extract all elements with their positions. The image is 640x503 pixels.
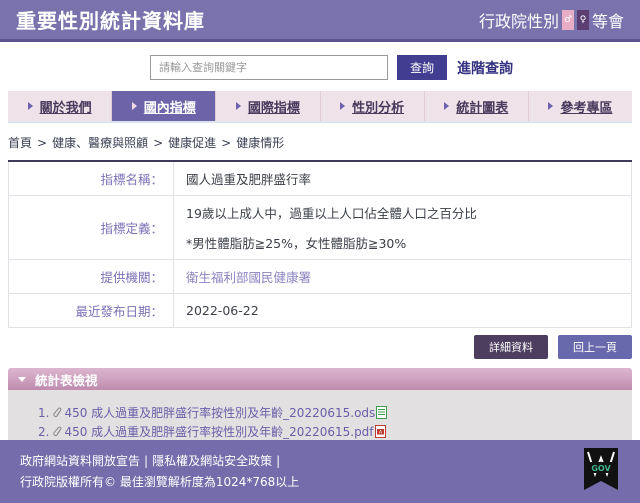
ods-file-icon (376, 406, 387, 419)
row-label: 提供機關： (9, 260, 174, 293)
footer-separator: | (144, 454, 148, 468)
gender-female-icon: ♀ (577, 10, 589, 30)
tab-statistical-charts[interactable]: 統計圖表 (425, 91, 529, 121)
back-button[interactable]: 回上一頁 (558, 335, 632, 359)
indicator-definition-line1: 19歲以上成人中，過重以上人口佔全體人口之百分比 (186, 203, 631, 222)
row-label: 指標名稱： (9, 162, 174, 195)
footer-separator: | (276, 454, 280, 468)
triangle-right-icon (132, 102, 137, 110)
footer-text: 政府網站資料開放宣告 | 隱私權及網站安全政策 | 行政院版權所有© 最佳瀏覽解析度為… (20, 451, 299, 493)
ods-file-link[interactable]: 450 成人過重及肥胖盛行率按性別及年齡_20220615.ods (64, 404, 375, 421)
tab-label: 國際指標 (248, 97, 300, 116)
gender-male-icon: ♂ (562, 10, 574, 30)
tab-label: 統計圖表 (456, 97, 508, 116)
copyright-text: 行政院版權所有© 最佳瀏覽解析度為1024*768以上 (20, 472, 299, 493)
paperclip-icon (53, 407, 63, 419)
org-logo: 行政院性別 ♂ ♀ 等會 (479, 8, 624, 32)
triangle-right-icon (444, 102, 449, 110)
file-index: 1. (38, 406, 49, 420)
indicator-definition-line2: *男性體脂肪≧25%，女性體脂肪≧30% (186, 233, 631, 252)
breadcrumb-health-category[interactable]: 健康、醫療與照顧 (52, 134, 148, 151)
tab-gender-analysis[interactable]: 性別分析 (321, 91, 425, 121)
tab-international-indicators[interactable]: 國際指標 (216, 91, 320, 121)
detail-data-button[interactable]: 詳細資料 (474, 335, 548, 359)
breadcrumb: 首頁 > 健康、醫療與照顧 > 健康促進 > 健康情形 (8, 134, 632, 151)
triangle-right-icon (340, 102, 345, 110)
action-buttons: 詳細資料 回上一頁 (8, 335, 632, 359)
triangle-right-icon (236, 102, 241, 110)
tab-label: 參考專區 (560, 97, 612, 116)
advanced-search-link[interactable]: 進階查詢 (457, 58, 513, 78)
tab-reference-area[interactable]: 參考專區 (529, 91, 632, 121)
breadcrumb-home[interactable]: 首頁 (8, 134, 32, 151)
page-footer: 政府網站資料開放宣告 | 隱私權及網站安全政策 | 行政院版權所有© 最佳瀏覽解析度為… (0, 440, 640, 503)
breadcrumb-separator: > (221, 136, 231, 150)
triangle-right-icon (28, 102, 33, 110)
section-title: 統計表檢視 (35, 370, 98, 389)
row-label: 最近發布日期： (9, 294, 174, 327)
table-row: 最近發布日期： 2022-06-22 (9, 293, 631, 327)
org-name-left: 行政院性別 (479, 8, 559, 32)
paperclip-icon (53, 426, 63, 438)
list-item: 1. 450 成人過重及肥胖盛行率按性別及年齡_20220615.ods (38, 404, 632, 421)
providing-agency-link[interactable]: 衛生福利部國民健康署 (186, 267, 631, 286)
site-title: 重要性別統計資料庫 (16, 5, 205, 34)
triangle-right-icon (548, 102, 553, 110)
pdf-file-link[interactable]: 450 成人過重及肥胖盛行率按性別及年齡_20220615.pdf (64, 423, 373, 440)
breadcrumb-health-promotion[interactable]: 健康促進 (168, 134, 216, 151)
list-item: 2. 450 成人過重及肥胖盛行率按性別及年齡_20220615.pdf A (38, 423, 632, 440)
publish-date-value: 2022-06-22 (186, 303, 631, 318)
tab-label: 性別分析 (352, 97, 404, 116)
gov-certification-logo: GOV (582, 448, 620, 496)
tab-label: 國內指標 (144, 97, 196, 116)
triangle-down-icon (18, 377, 26, 382)
file-index: 2. (38, 425, 49, 439)
privacy-policy-link[interactable]: 隱私權及網站安全政策 (152, 454, 272, 468)
stats-table-section-header[interactable]: 統計表檢視 (8, 368, 632, 390)
svg-text:GOV: GOV (591, 464, 611, 473)
tab-domestic-indicators[interactable]: 國內指標 (112, 91, 216, 121)
table-row: 指標定義： 19歲以上成人中，過重以上人口佔全體人口之百分比 *男性體脂肪≧25… (9, 195, 631, 259)
main-nav: 關於我們 國內指標 國際指標 性別分析 統計圖表 參考專區 (8, 91, 632, 123)
indicator-detail-table: 指標名稱： 國人過重及肥胖盛行率 指標定義： 19歲以上成人中，過重以上人口佔全… (8, 162, 632, 328)
site-header: 重要性別統計資料庫 行政院性別 ♂ ♀ 等會 (0, 0, 640, 42)
table-row: 指標名稱： 國人過重及肥胖盛行率 (9, 162, 631, 195)
table-row: 提供機關： 衛生福利部國民健康署 (9, 259, 631, 293)
breadcrumb-separator: > (37, 136, 47, 150)
org-name-right: 等會 (592, 8, 624, 32)
tab-about-us[interactable]: 關於我們 (8, 91, 112, 121)
open-data-declaration-link[interactable]: 政府網站資料開放宣告 (20, 454, 140, 468)
pdf-file-icon: A (375, 425, 386, 438)
search-input[interactable] (150, 55, 388, 80)
tab-label: 關於我們 (40, 97, 92, 116)
search-bar: 查詢 進階查詢 (150, 55, 640, 80)
breadcrumb-separator: > (153, 136, 163, 150)
indicator-name-value: 國人過重及肥胖盛行率 (186, 169, 631, 188)
search-button[interactable]: 查詢 (397, 55, 447, 80)
row-label: 指標定義： (9, 196, 174, 259)
breadcrumb-health-condition[interactable]: 健康情形 (236, 134, 284, 151)
